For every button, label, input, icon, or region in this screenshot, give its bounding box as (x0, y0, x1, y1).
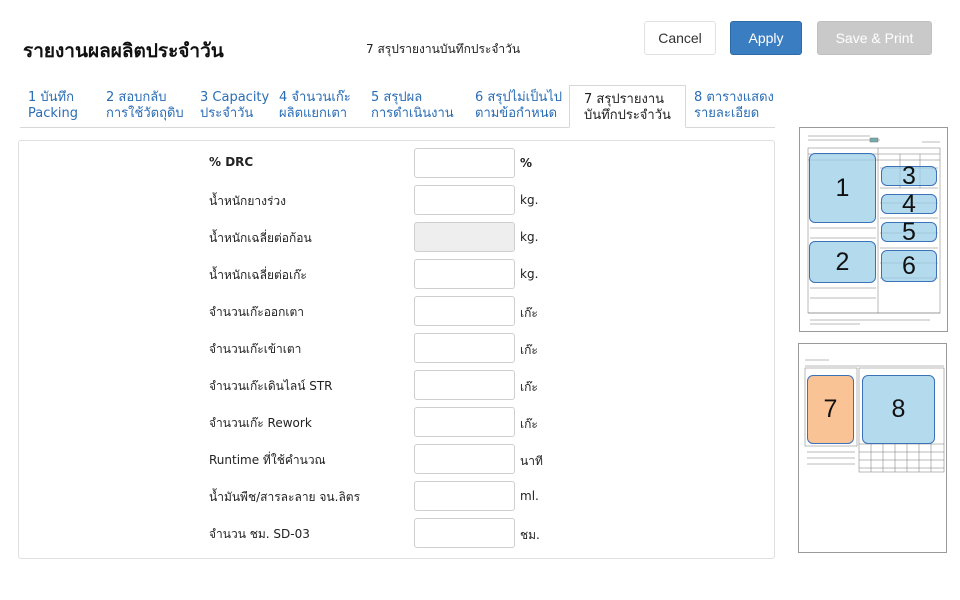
tab-daily-report[interactable]: 7 สรุปรายงาน บันทึกประจำวัน (569, 85, 686, 128)
preview-zone-3[interactable]: 3 (881, 162, 937, 190)
vegetable-oil-input[interactable] (414, 481, 515, 511)
form-panel: % DRC % น้ำหนักยางร่วง kg. น้ำหนักเฉลี่ย… (18, 140, 775, 559)
field-label: จำนวนเก๊ะ Rework (209, 416, 312, 430)
form-row: น้ำหนักเฉลี่ยต่อเก๊ะ kg. (19, 259, 774, 289)
field-unit: เก๊ะ (520, 306, 538, 320)
field-label: จำนวนเก๊ะออกเตา (209, 305, 305, 319)
tab-label-line2: การดำเนินงาน (371, 106, 454, 121)
tab-label-line2: ตามข้อกำหนด (475, 106, 558, 121)
field-unit: ml. (520, 489, 539, 503)
boxes-out-kiln-input[interactable] (414, 296, 515, 326)
tab-label-line1: 1 บันทึก (28, 90, 74, 105)
preview-zone-6[interactable]: 6 (881, 250, 937, 282)
tab-label-line1: 6 สรุปไม่เป็นไป (475, 90, 563, 105)
preview-zone-1[interactable]: 1 (809, 153, 876, 223)
form-row: จำนวนเก๊ะออกเตา เก๊ะ (19, 296, 774, 326)
field-unit: % (520, 156, 533, 170)
preview-zone-5[interactable]: 5 (881, 218, 937, 246)
avg-weight-per-bale-input (414, 222, 515, 252)
preview-zone-4[interactable]: 4 (881, 190, 937, 218)
preview-zone-2[interactable]: 2 (809, 241, 876, 283)
field-unit: kg. (520, 230, 539, 244)
form-row: จำนวน ชม. SD-03 ชม. (19, 518, 774, 548)
tab-label-line1: 8 ตารางแสดง (694, 90, 774, 105)
report-page2-preview: 7 8 (798, 343, 947, 553)
save-print-button[interactable]: Save & Print (817, 21, 932, 55)
field-label: % DRC (209, 155, 254, 169)
field-unit: นาที (520, 454, 543, 468)
field-label: จำนวนเก๊ะเดินไลน์ STR (209, 379, 333, 393)
tab-label-line2: บันทึกประจำวัน (584, 108, 671, 123)
boxes-rework-input[interactable] (414, 407, 515, 437)
fallen-rubber-weight-input[interactable] (414, 185, 515, 215)
field-label: น้ำมันพืช/สารละลาย จน.ลิตร (209, 490, 361, 504)
tab-label-line1: 4 จำนวนเก๊ะ (279, 90, 351, 105)
field-label: จำนวนเก๊ะเข้าเตา (209, 342, 302, 356)
sd03-hours-input[interactable] (414, 518, 515, 548)
tab-label-line2: รายละเอียด (694, 106, 760, 121)
field-unit: kg. (520, 193, 539, 207)
field-unit: kg. (520, 267, 539, 281)
tab-label-line1: 5 สรุปผล (371, 90, 423, 105)
section-subtitle: 7 สรุปรายงานบันทึกประจำวัน (366, 42, 521, 56)
field-label: Runtime ที่ใช้คำนวณ (209, 453, 326, 467)
form-row: จำนวนเก๊ะ Rework เก๊ะ (19, 407, 774, 437)
cancel-button[interactable]: Cancel (644, 21, 716, 55)
tab-label-line2: ประจำวัน (200, 106, 254, 121)
tab-label-line1: 2 สอบกลับ (106, 90, 167, 105)
field-unit: ชม. (520, 528, 540, 542)
field-label: น้ำหนักเฉลี่ยต่อเก๊ะ (209, 268, 307, 282)
field-label: น้ำหนักเฉลี่ยต่อก้อน (209, 231, 312, 245)
form-row: จำนวนเก๊ะเดินไลน์ STR เก๊ะ (19, 370, 774, 400)
field-unit: เก๊ะ (520, 417, 538, 431)
field-label: น้ำหนักยางร่วง (209, 194, 286, 208)
preview-zone-7[interactable]: 7 (807, 375, 854, 444)
form-row: น้ำหนักเฉลี่ยต่อก้อน kg. (19, 222, 774, 252)
tab-nonconformance[interactable]: 6 สรุปไม่เป็นไป ตามข้อกำหนด (475, 90, 562, 122)
tab-label-line2: การใช้วัตถุดิบ (106, 106, 184, 121)
tab-label-line2: ผลิตแยกเตา (279, 106, 348, 121)
runtime-minutes-input[interactable] (414, 444, 515, 474)
tab-kiln-count[interactable]: 4 จำนวนเก๊ะ ผลิตแยกเตา (279, 90, 351, 122)
field-unit: เก๊ะ (520, 343, 538, 357)
field-unit: เก๊ะ (520, 380, 538, 394)
tab-detail-table[interactable]: 8 ตารางแสดง รายละเอียด (694, 90, 774, 122)
tab-packing[interactable]: 1 บันทึก Packing (28, 90, 78, 122)
tab-material-trace[interactable]: 2 สอบกลับ การใช้วัตถุดิบ (106, 90, 184, 122)
boxes-into-kiln-input[interactable] (414, 333, 515, 363)
tab-capacity[interactable]: 3 Capacity ประจำวัน (200, 90, 269, 122)
form-row: Runtime ที่ใช้คำนวณ นาที (19, 444, 774, 474)
page-title: รายงานผลผลิตประจำวัน (23, 40, 224, 62)
drc-percent-input[interactable] (414, 148, 515, 178)
apply-button[interactable]: Apply (730, 21, 802, 55)
field-label: จำนวน ชม. SD-03 (209, 527, 310, 541)
form-row: จำนวนเก๊ะเข้าเตา เก๊ะ (19, 333, 774, 363)
tab-bar: 1 บันทึก Packing 2 สอบกลับ การใช้วัตถุดิ… (20, 85, 775, 129)
preview-zone-8[interactable]: 8 (862, 375, 935, 444)
form-row: น้ำหนักยางร่วง kg. (19, 185, 774, 215)
form-row: น้ำมันพืช/สารละลาย จน.ลิตร ml. (19, 481, 774, 511)
report-page1-preview: 1 2 3 4 5 6 (799, 127, 948, 332)
tab-label-line1: 3 Capacity (200, 90, 270, 105)
tab-label-line2: Packing (28, 106, 79, 121)
boxes-str-line-input[interactable] (414, 370, 515, 400)
form-row: % DRC % (19, 148, 774, 178)
tab-operation-summary[interactable]: 5 สรุปผล การดำเนินงาน (371, 90, 454, 122)
avg-weight-per-box-input[interactable] (414, 259, 515, 289)
tab-label-line1: 7 สรุปรายงาน (584, 92, 665, 107)
